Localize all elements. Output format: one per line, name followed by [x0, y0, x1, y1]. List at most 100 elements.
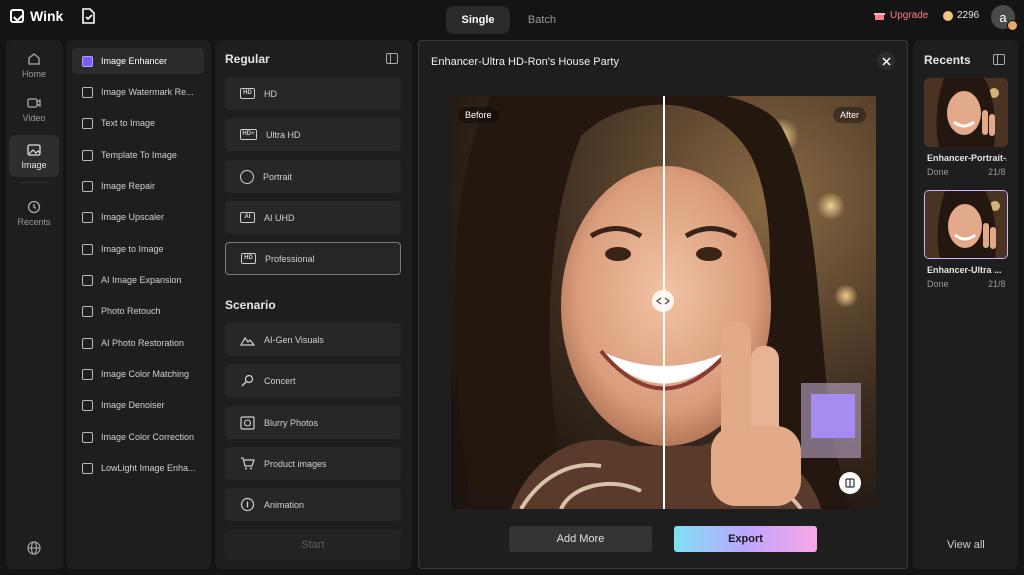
- rail-item-home[interactable]: Home: [9, 44, 59, 86]
- option-blurry-photos[interactable]: Blurry Photos: [225, 406, 401, 439]
- compare-toggle-button[interactable]: [839, 472, 861, 494]
- preview-panel: Enhancer-Ultra HD-Ron's House Party Befo…: [418, 40, 908, 569]
- option-ultra-hd[interactable]: HD+ Ultra HD: [225, 118, 401, 151]
- rail-item-image[interactable]: Image: [9, 135, 59, 177]
- before-label: Before: [458, 107, 499, 123]
- restoration-icon: [82, 337, 93, 349]
- view-all-link[interactable]: View all: [947, 539, 985, 551]
- main-nav-rail: Home Video Image Recents: [6, 40, 63, 569]
- hd-pro-icon: HD: [241, 253, 256, 264]
- collapse-recents-icon[interactable]: [993, 54, 1005, 65]
- rail-label-video: Video: [22, 112, 46, 123]
- compare-slider-handle[interactable]: [652, 290, 674, 312]
- tool-image-color-matching[interactable]: Image Color Matching: [72, 361, 204, 387]
- retouch-icon: [82, 305, 93, 317]
- rail-item-recents[interactable]: Recents: [9, 192, 59, 234]
- tool-ai-image-expansion[interactable]: AI Image Expansion: [72, 267, 204, 293]
- option-portrait[interactable]: Portrait: [225, 160, 401, 193]
- tool-ai-photo-restoration[interactable]: AI Photo Restoration: [72, 330, 204, 356]
- tool-image-denoiser[interactable]: Image Denoiser: [72, 392, 204, 418]
- upgrade-label: Upgrade: [890, 10, 929, 21]
- globe-icon[interactable]: [27, 541, 41, 555]
- tool-label: AI Photo Restoration: [101, 338, 185, 348]
- tool-image-enhancer[interactable]: Image Enhancer: [72, 48, 204, 74]
- rail-divider: [20, 182, 48, 183]
- coin-icon: [943, 10, 953, 21]
- cart-icon: [241, 457, 255, 470]
- recent-thumbnail-image: [924, 78, 1008, 147]
- recent-thumbnail[interactable]: [924, 78, 1008, 147]
- recent-thumbnail-image: [925, 191, 1007, 258]
- add-more-button[interactable]: Add More: [509, 526, 652, 552]
- recent-item-count: 21/8: [988, 167, 1006, 177]
- gift-icon: [874, 12, 885, 20]
- recent-item-status: Done: [927, 279, 949, 289]
- video-icon: [27, 97, 41, 108]
- ai-visuals-icon: [240, 336, 255, 346]
- option-ai-uhd[interactable]: AI AI UHD: [225, 201, 401, 234]
- app-logo[interactable]: Wink: [10, 8, 63, 24]
- tool-image-repair[interactable]: Image Repair: [72, 173, 204, 199]
- enhancer-icon: [82, 55, 93, 67]
- close-button[interactable]: [877, 52, 895, 70]
- option-label: AI-Gen Visuals: [264, 334, 324, 345]
- option-label: Ultra HD: [266, 129, 301, 140]
- export-button[interactable]: Export: [674, 526, 817, 552]
- option-label: Product images: [264, 458, 327, 469]
- tool-image-to-image[interactable]: Image to Image: [72, 236, 204, 262]
- lowlight-icon: [82, 462, 93, 474]
- option-professional[interactable]: HD Professional: [225, 242, 401, 275]
- collapse-panel-icon[interactable]: [386, 53, 398, 64]
- option-label: HD: [264, 88, 277, 99]
- tool-label: Image Color Matching: [101, 369, 190, 379]
- tab-batch[interactable]: Batch: [510, 6, 574, 34]
- rail-item-video[interactable]: Video: [9, 88, 59, 130]
- tool-label: Image Repair: [101, 181, 156, 191]
- tool-image-upscaler[interactable]: Image Upscaler: [72, 204, 204, 230]
- option-label: Professional: [265, 253, 315, 264]
- document-icon[interactable]: [82, 8, 95, 24]
- option-label: AI UHD: [264, 212, 295, 223]
- option-hd[interactable]: HD HD: [225, 77, 401, 110]
- upgrade-button[interactable]: Upgrade: [874, 10, 928, 21]
- clock-icon: [27, 200, 41, 213]
- image-icon: [27, 143, 41, 156]
- rail-label-image: Image: [21, 159, 47, 170]
- regular-section-title: Regular: [225, 52, 270, 66]
- recent-item-status: Done: [927, 167, 949, 177]
- tool-watermark-remover[interactable]: Image Watermark Re...: [72, 79, 204, 105]
- text-image-icon: [82, 117, 93, 129]
- app-name: Wink: [30, 8, 64, 24]
- tool-template-to-image[interactable]: Template To Image: [72, 142, 204, 168]
- option-ai-gen-visuals[interactable]: AI-Gen Visuals: [225, 323, 401, 356]
- start-button[interactable]: Start: [225, 530, 401, 560]
- tool-label: Image Watermark Re...: [101, 87, 194, 97]
- credits-display[interactable]: 2296: [943, 10, 979, 21]
- eraser-icon: [82, 86, 93, 98]
- tool-text-to-image[interactable]: Text to Image: [72, 110, 204, 136]
- tool-lowlight-image-enhancer[interactable]: LowLight Image Enha...: [72, 455, 204, 481]
- avatar[interactable]: a: [991, 5, 1018, 31]
- recent-item-count: 21/8: [988, 279, 1006, 289]
- preview-title: Enhancer-Ultra HD-Ron's House Party: [431, 56, 619, 68]
- color-match-icon: [82, 368, 93, 380]
- rail-label-recents: Recents: [17, 216, 51, 227]
- tool-photo-retouch[interactable]: Photo Retouch: [72, 298, 204, 324]
- option-concert[interactable]: Concert: [225, 364, 401, 397]
- option-product-images[interactable]: Product images: [225, 447, 401, 480]
- compare-icon: [845, 478, 855, 488]
- denoise-icon: [82, 399, 93, 411]
- blur-icon: [240, 415, 255, 430]
- tool-label: Template To Image: [101, 150, 177, 160]
- repair-icon: [82, 180, 93, 192]
- tab-single[interactable]: Single: [446, 6, 510, 34]
- enhancer-options-panel: Regular HD HD HD+ Ultra HD Portrait AI AI U…: [215, 40, 412, 569]
- before-after-image[interactable]: Before After: [451, 96, 876, 509]
- recent-thumbnail-selected[interactable]: [924, 190, 1008, 259]
- ai-uhd-icon: AI: [240, 212, 255, 223]
- tool-image-color-correction[interactable]: Image Color Correction: [72, 424, 204, 450]
- tool-label: Image Upscaler: [101, 212, 165, 222]
- option-animation[interactable]: Animation: [225, 488, 401, 521]
- animation-icon: [240, 497, 255, 512]
- recent-item-name: Enhancer-Ultra ...: [927, 265, 1002, 275]
